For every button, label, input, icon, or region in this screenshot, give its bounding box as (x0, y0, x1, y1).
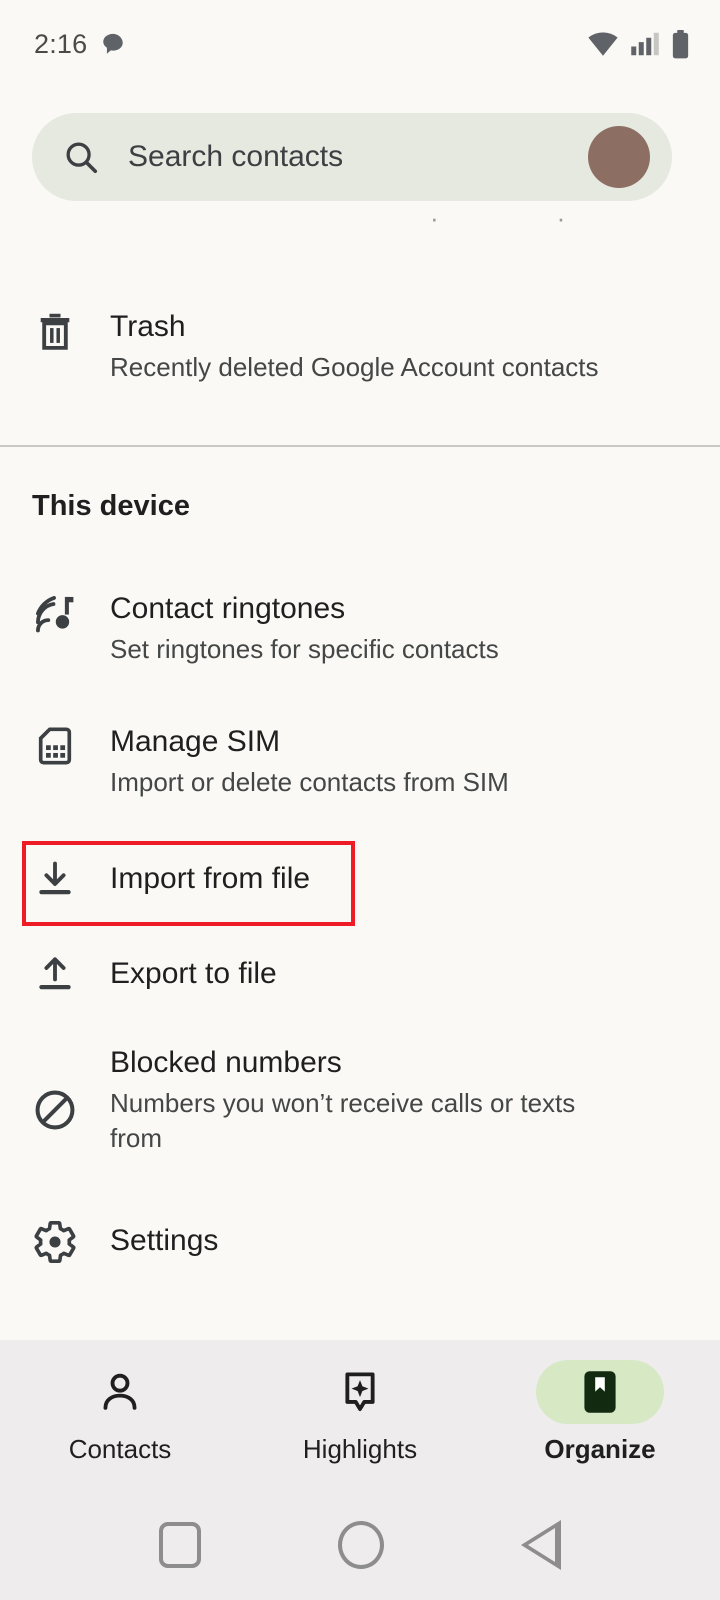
list-item-trash-text: Trash Recently deleted Google Account co… (110, 307, 720, 385)
clipped-descenders: ·· (430, 203, 684, 233)
list-item-subtitle: Set ringtones for specific contacts (110, 633, 499, 664)
list-item-export-to-file[interactable]: Export to file (0, 951, 720, 997)
status-bar: 2:16 (0, 0, 720, 88)
list-item-manage-sim[interactable]: Manage SIM Import or delete contacts fro… (0, 722, 720, 800)
list-item-settings[interactable]: Settings (0, 1217, 720, 1265)
recents-square-icon[interactable] (158, 1522, 201, 1568)
block-icon (0, 1043, 110, 1156)
list-item-import-from-file-text: Import from file (110, 859, 720, 899)
upload-icon (0, 951, 110, 997)
list-item-partial[interactable]: ·· devices (0, 201, 720, 267)
list-item-blocked-numbers[interactable]: Blocked numbers Numbers you won’t receiv… (0, 1043, 720, 1156)
status-bar-clock: 2:16 (34, 28, 88, 59)
download-icon (0, 856, 110, 902)
bottom-navigation: Contacts Highlights Organize (0, 1340, 720, 1490)
battery-icon (672, 29, 689, 58)
gear-icon (0, 1217, 110, 1265)
list-item-subtitle: Import or delete contacts from SIM (110, 766, 509, 797)
cellular-signal-icon (631, 32, 659, 56)
settings-list[interactable]: ·· devices Trash Recently deleted Google… (0, 201, 720, 1340)
bookmark-card-icon (584, 1371, 616, 1413)
tab-organize[interactable]: Organize (480, 1340, 720, 1465)
tab-highlights-pill[interactable] (296, 1360, 424, 1424)
list-item-title: Contact ringtones (110, 592, 346, 625)
list-item-title: Settings (110, 1224, 219, 1258)
list-item-import-from-file[interactable]: Import from file (0, 856, 720, 902)
list-item-partial-subtitle: devices (110, 201, 212, 212)
trash-icon (0, 307, 110, 385)
list-item-subtitle: Numbers you won’t receive calls or texts… (110, 1087, 576, 1153)
section-header-this-device: This device (32, 490, 190, 522)
search-bar[interactable]: Search contacts (32, 113, 672, 201)
tab-contacts[interactable]: Contacts (0, 1340, 240, 1465)
status-bar-left: 2:16 (34, 29, 126, 60)
list-item-title: Export to file (110, 957, 277, 991)
tab-highlights-label: Highlights (302, 1434, 418, 1464)
contacts-organize-screen: 2:16 Search contacts ·· Trash Recently d… (0, 0, 720, 1600)
home-circle-icon[interactable] (337, 1521, 384, 1569)
list-item-contact-ringtones-text: Contact ringtones Set ringtones for spec… (110, 589, 720, 667)
tab-organize-label: Organize (544, 1434, 656, 1464)
back-triangle-icon[interactable] (521, 1520, 562, 1570)
list-item-subtitle: Recently deleted Google Account contacts (110, 351, 599, 382)
list-item-title: Import from file (110, 862, 311, 896)
list-item-title: Manage SIM (110, 725, 281, 758)
tab-highlights[interactable]: Highlights (240, 1340, 480, 1465)
ringtone-icon (0, 589, 110, 667)
list-item-export-to-file-text: Export to file (110, 954, 720, 994)
search-input[interactable]: Search contacts (128, 140, 588, 174)
tab-contacts-label: Contacts (68, 1434, 172, 1464)
sparkle-pin-icon (345, 1372, 375, 1411)
avatar[interactable] (588, 126, 650, 188)
sim-card-icon (0, 722, 110, 800)
system-navigation-bar (0, 1490, 720, 1600)
list-item-settings-text: Settings (110, 1221, 720, 1261)
person-icon (103, 1373, 137, 1410)
section-divider (0, 445, 720, 447)
list-item-manage-sim-text: Manage SIM Import or delete contacts fro… (110, 722, 720, 800)
list-item-blocked-numbers-text: Blocked numbers Numbers you won’t receiv… (110, 1043, 720, 1156)
tab-contacts-pill[interactable] (56, 1360, 184, 1424)
list-item-trash[interactable]: Trash Recently deleted Google Account co… (0, 307, 720, 385)
status-bar-right (587, 29, 690, 59)
list-item-title: Blocked numbers (110, 1046, 342, 1079)
list-item-contact-ringtones[interactable]: Contact ringtones Set ringtones for spec… (0, 589, 720, 667)
list-item-title: Trash (110, 310, 186, 343)
chat-bubble-icon (103, 33, 124, 54)
search-icon[interactable] (62, 138, 100, 176)
wifi-icon (588, 32, 618, 56)
tab-organize-pill[interactable] (536, 1360, 664, 1424)
